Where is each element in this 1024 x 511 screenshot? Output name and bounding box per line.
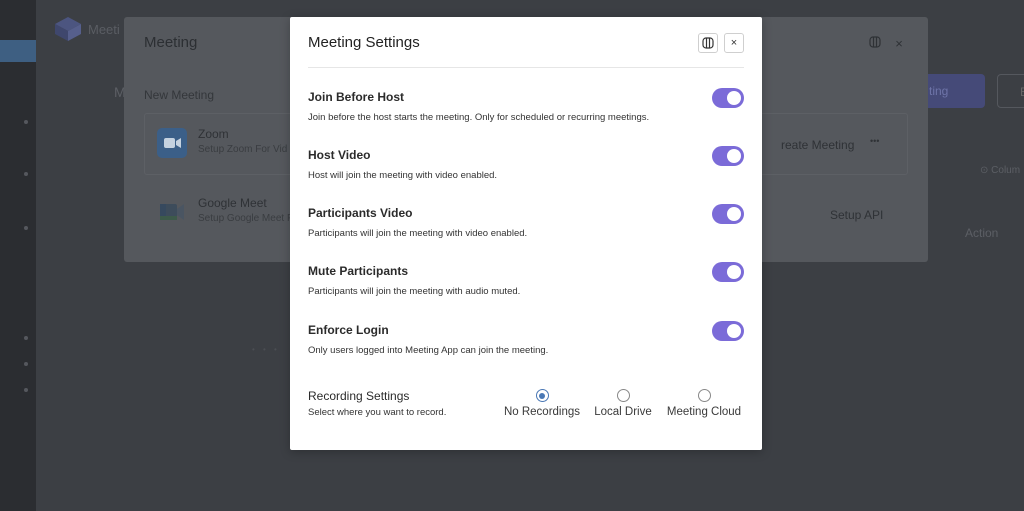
meeting-settings-modal: Meeting Settings × Join Before Host Join… [290,17,762,450]
create-meeting-button[interactable]: reate Meeting [781,138,854,152]
toggle-knob [727,207,741,221]
sidebar-marker [24,120,28,124]
modal-title: Meeting Settings [308,34,420,51]
toggle-knob [727,265,741,279]
bg-outline-button[interactable]: E [997,74,1024,108]
radio-local-drive[interactable]: Local Drive [588,389,658,418]
setting-help: Only users logged into Meeting App can j… [308,345,549,356]
radio-button[interactable] [697,389,711,402]
host-video-toggle[interactable] [712,146,744,166]
new-meeting-heading: New Meeting [144,88,215,102]
bg-dots: • • • [252,345,280,354]
app-sidebar [0,0,36,511]
integration-description: Setup Google Meet F [198,213,294,224]
bg-action-header: Action [965,226,999,240]
recording-settings: Recording Settings Select where you want… [308,389,744,429]
recording-settings-label: Recording Settings [308,389,410,403]
toggle-knob [727,149,741,163]
setting-label: Participants Video [308,206,413,220]
zoom-logo-icon [157,128,187,158]
setting-help: Join before the host starts the meeting.… [308,112,650,123]
close-icon[interactable]: × [890,35,908,53]
sidebar-marker [24,172,28,176]
modal-header: Meeting Settings × [308,17,744,68]
google-meet-logo-icon [157,197,187,227]
columns-icon[interactable] [698,33,718,53]
toggle-knob [727,91,741,105]
setup-api-button[interactable]: Setup API [830,208,883,222]
sidebar-marker [24,226,28,230]
more-options-icon[interactable]: ••• [870,136,879,146]
radio-button[interactable] [616,389,630,402]
integration-name: Zoom [198,127,229,141]
setting-label: Host Video [308,148,371,162]
integration-description: Setup Zoom For Vid [198,144,288,155]
close-icon[interactable]: × [724,33,744,53]
bg-columns-label[interactable]: ⊙ Colum [980,165,1020,176]
radio-label: No Recordings [503,406,581,418]
sidebar-marker [24,388,28,392]
participants-video-toggle[interactable] [712,204,744,224]
recording-settings-help: Select where you want to record. [308,407,447,418]
setting-help: Host will join the meeting with video en… [308,170,498,181]
setting-label: Join Before Host [308,90,405,104]
sidebar-marker [24,362,28,366]
sidebar-active-item[interactable] [0,40,36,62]
setting-help: Participants will join the meeting with … [308,228,528,239]
sidebar-marker [24,336,28,340]
columns-icon[interactable] [866,35,884,53]
mute-participants-toggle[interactable] [712,262,744,282]
setting-label: Mute Participants [308,264,409,278]
setting-help: Participants will join the meeting with … [308,286,521,297]
radio-label: Meeting Cloud [666,406,742,418]
radio-label: Local Drive [594,406,652,418]
setting-label: Enforce Login [308,323,389,337]
app-logo-icon [55,17,81,41]
radio-button-selected[interactable] [535,389,549,402]
meeting-panel-title: Meeting [144,34,198,51]
radio-no-recordings[interactable]: No Recordings [501,389,583,418]
enforce-login-toggle[interactable] [712,321,744,341]
integration-name: Google Meet [198,196,267,210]
radio-meeting-cloud[interactable]: Meeting Cloud [664,389,744,418]
toggle-knob [727,324,741,338]
app-name: Meeti [88,22,120,37]
join-before-host-toggle[interactable] [712,88,744,108]
